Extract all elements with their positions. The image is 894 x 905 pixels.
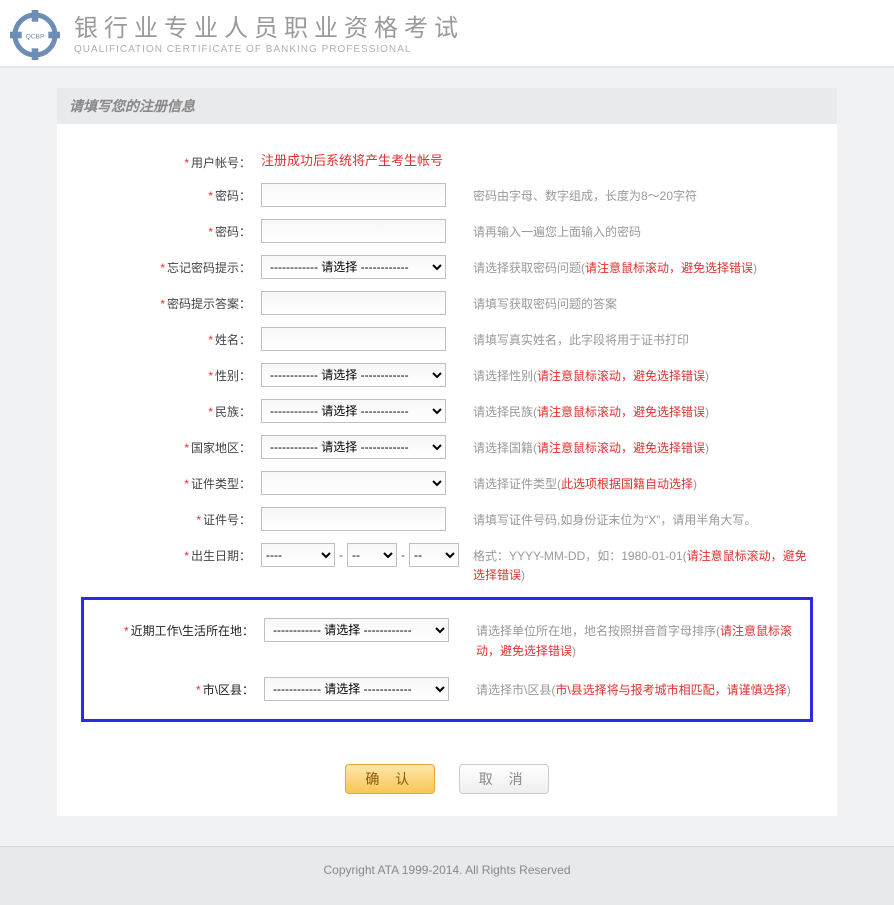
gender-select[interactable]: ------------ 请选择 ------------ <box>261 363 446 387</box>
hint-gender-b: 请注意鼠标滚动，避免选择错误 <box>537 369 705 383</box>
logo: QCBP <box>10 10 60 60</box>
cancel-button[interactable]: 取 消 <box>459 764 549 794</box>
logo-text: QCBP <box>26 33 45 40</box>
hint-workloc-c: ) <box>572 644 576 658</box>
title-cn: 银行业专业人员职业资格考试 <box>74 15 464 44</box>
label-gender: 性别： <box>215 369 251 383</box>
row-work-location: *近期工作\生活所在地： ------------ 请选择 ----------… <box>84 610 810 668</box>
hint-password: 密码由字母、数字组成，长度为8～20字符 <box>473 189 697 203</box>
row-id-type: *证件类型： 请选择证件类型(此选项根据国籍自动选择) <box>81 465 813 501</box>
highlighted-section: *近期工作\生活所在地： ------------ 请选择 ----------… <box>81 597 813 721</box>
form-heading: 请填写您的注册信息 <box>57 88 837 124</box>
hint-ethnic-b: 请注意鼠标滚动，避免选择错误 <box>537 405 705 419</box>
row-gender: *性别： ------------ 请选择 ------------ 请选择性别… <box>81 357 813 393</box>
hint-name: 请填写真实姓名，此字段将用于证书打印 <box>473 333 689 347</box>
label-pw-answer: 密码提示答案： <box>167 297 251 311</box>
hint-idtype-a: 请选择证件类型( <box>473 477 561 491</box>
row-country: *国家地区： ------------ 请选择 ------------ 请选择… <box>81 429 813 465</box>
button-row: 确 认 取 消 <box>57 746 837 816</box>
hint-dob-a: 格式：YYYY-MM-DD，如：1980-01-01( <box>473 549 687 563</box>
label-id-no: 证件号： <box>203 513 251 527</box>
id-no-input[interactable] <box>261 507 446 531</box>
confirm-button[interactable]: 确 认 <box>345 764 435 794</box>
page-footer: Copyright ATA 1999-2014. All Rights Rese… <box>0 846 894 905</box>
row-username: *用户帐号： 注册成功后系统将产生考生帐号 <box>81 144 813 177</box>
logo-icon: QCBP <box>10 10 60 60</box>
password-input[interactable] <box>261 183 446 207</box>
username-note: 注册成功后系统将产生考生帐号 <box>261 153 443 168</box>
district-select[interactable]: ------------ 请选择 ------------ <box>264 677 449 701</box>
title-en: QUALIFICATION CERTIFICATE OF BANKING PRO… <box>74 44 464 55</box>
hint-password2: 请再输入一遍您上面输入的密码 <box>473 225 641 239</box>
registration-form: 请填写您的注册信息 *用户帐号： 注册成功后系统将产生考生帐号 *密码： 密码由… <box>57 88 837 816</box>
hint-idtype-c: ) <box>693 477 697 491</box>
label-password: 密码： <box>215 189 251 203</box>
row-name: *姓名： 请填写真实姓名，此字段将用于证书打印 <box>81 321 813 357</box>
label-password2: 密码： <box>215 225 251 239</box>
password-confirm-input[interactable] <box>261 219 446 243</box>
page-body: 请填写您的注册信息 *用户帐号： 注册成功后系统将产生考生帐号 *密码： 密码由… <box>0 68 894 846</box>
label-pw-question: 忘记密码提示： <box>167 261 251 275</box>
row-id-no: *证件号： 请填写证件号码,如身份证末位为“X”，请用半角大写。 <box>81 501 813 537</box>
hint-pwq-c: ) <box>753 261 757 275</box>
hint-gender-c: ) <box>705 369 709 383</box>
id-type-select[interactable] <box>261 471 446 495</box>
row-password-confirm: *密码： 请再输入一遍您上面输入的密码 <box>81 213 813 249</box>
hint-id-no: 请填写证件号码,如身份证末位为“X”，请用半角大写。 <box>473 513 756 527</box>
title-block: 银行业专业人员职业资格考试 QUALIFICATION CERTIFICATE … <box>74 15 464 55</box>
label-work-loc: 近期工作\生活所在地： <box>131 624 254 638</box>
hint-pw-answer: 请填写获取密码问题的答案 <box>473 297 617 311</box>
dob-month-select[interactable]: -- <box>347 543 397 567</box>
label-id-type: 证件类型： <box>191 477 251 491</box>
dob-day-select[interactable]: -- <box>409 543 459 567</box>
hint-ethnic-c: ) <box>705 405 709 419</box>
pw-question-select[interactable]: ------------ 请选择 ------------ <box>261 255 446 279</box>
label-ethnic: 民族： <box>215 405 251 419</box>
hint-country-c: ) <box>705 441 709 455</box>
row-pw-question: *忘记密码提示： ------------ 请选择 ------------ 请… <box>81 249 813 285</box>
hint-pwq-a: 请选择获取密码问题( <box>473 261 585 275</box>
hint-pwq-b: 请注意鼠标滚动，避免选择错误 <box>585 261 753 275</box>
label-name: 姓名： <box>215 333 251 347</box>
hint-district-b: 市\县选择将与报考城市相匹配，请谨慎选择 <box>555 683 786 697</box>
hint-gender-a: 请选择性别( <box>473 369 537 383</box>
hint-district-a: 请选择市\区县( <box>476 683 555 697</box>
label-dob: 出生日期： <box>191 549 251 563</box>
name-input[interactable] <box>261 327 446 351</box>
hint-country-a: 请选择国籍( <box>473 441 537 455</box>
pw-answer-input[interactable] <box>261 291 446 315</box>
hint-dob-c: ) <box>521 568 525 582</box>
page-header: QCBP 银行业专业人员职业资格考试 QUALIFICATION CERTIFI… <box>0 0 894 68</box>
label-country: 国家地区： <box>191 441 251 455</box>
row-dob: *出生日期： ----- --- -- 格式：YYYY-MM-DD，如：1980… <box>81 537 813 591</box>
row-district: *市\区县： ------------ 请选择 ------------ 请选择… <box>84 669 810 709</box>
country-select[interactable]: ------------ 请选择 ------------ <box>261 435 446 459</box>
row-ethnic: *民族： ------------ 请选择 ------------ 请选择民族… <box>81 393 813 429</box>
footer-text: Copyright ATA 1999-2014. All Rights Rese… <box>323 863 570 877</box>
hint-country-b: 请注意鼠标滚动，避免选择错误 <box>537 441 705 455</box>
hint-ethnic-a: 请选择民族( <box>473 405 537 419</box>
hint-district-c: ) <box>787 683 791 697</box>
row-password: *密码： 密码由字母、数字组成，长度为8～20字符 <box>81 177 813 213</box>
label-username: 用户帐号： <box>191 156 251 170</box>
hint-workloc-a: 请选择单位所在地，地名按照拼音首字母排序( <box>476 624 720 638</box>
label-district: 市\区县： <box>203 683 254 697</box>
row-pw-answer: *密码提示答案： 请填写获取密码问题的答案 <box>81 285 813 321</box>
hint-idtype-b: 此选项根据国籍自动选择 <box>561 477 693 491</box>
work-loc-select[interactable]: ------------ 请选择 ------------ <box>264 618 449 642</box>
ethnic-select[interactable]: ------------ 请选择 ------------ <box>261 399 446 423</box>
dob-year-select[interactable]: ---- <box>261 543 335 567</box>
